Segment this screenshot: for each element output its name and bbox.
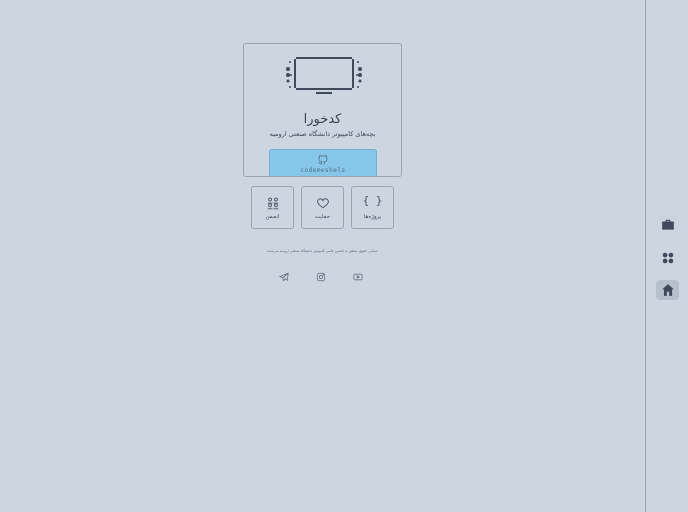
- site-subtitle: بچه‌های کامپیوتر دانشگاه صنعتی ارومیه: [269, 130, 376, 138]
- profile-card: کدخورا بچه‌های کامپیوتر دانشگاه صنعتی ار…: [243, 43, 402, 177]
- heart-icon: [317, 198, 329, 209]
- sidebar-item-portfolio[interactable]: [656, 215, 679, 235]
- instagram-icon: [316, 272, 326, 282]
- site-title: کدخورا: [303, 112, 342, 127]
- community-icon: [267, 197, 279, 210]
- briefcase-icon: [661, 219, 674, 230]
- github-icon: [318, 155, 328, 165]
- code-braces-icon: { }: [362, 194, 383, 207]
- telegram-icon: [278, 272, 289, 282]
- youtube-link[interactable]: [353, 267, 363, 281]
- support-tile[interactable]: حمایت: [301, 186, 344, 229]
- github-username: codemeshels: [300, 167, 346, 174]
- youtube-icon: [353, 273, 363, 281]
- instagram-link[interactable]: [316, 267, 326, 282]
- sidebar: [645, 0, 688, 512]
- support-label: حمایت: [314, 214, 331, 220]
- projects-label: پروژه‌ها: [363, 214, 382, 220]
- sidebar-item-apps[interactable]: [656, 248, 679, 268]
- projects-tile[interactable]: { } پروژه‌ها: [351, 186, 394, 229]
- copyright-text: تمامی حقوق متعلق به انجمن علمی کامپیوتر …: [266, 249, 379, 253]
- community-tile[interactable]: انجمن: [251, 186, 294, 229]
- monitor-logo-icon: [286, 57, 362, 94]
- apps-grid-icon: [662, 252, 673, 264]
- community-label: انجمن: [265, 214, 280, 220]
- main-content: کدخورا بچه‌های کامپیوتر دانشگاه صنعتی ار…: [0, 0, 645, 512]
- sidebar-item-home[interactable]: [656, 280, 679, 300]
- telegram-link[interactable]: [278, 267, 289, 282]
- github-button[interactable]: codemeshels: [269, 149, 377, 176]
- home-icon: [661, 284, 674, 296]
